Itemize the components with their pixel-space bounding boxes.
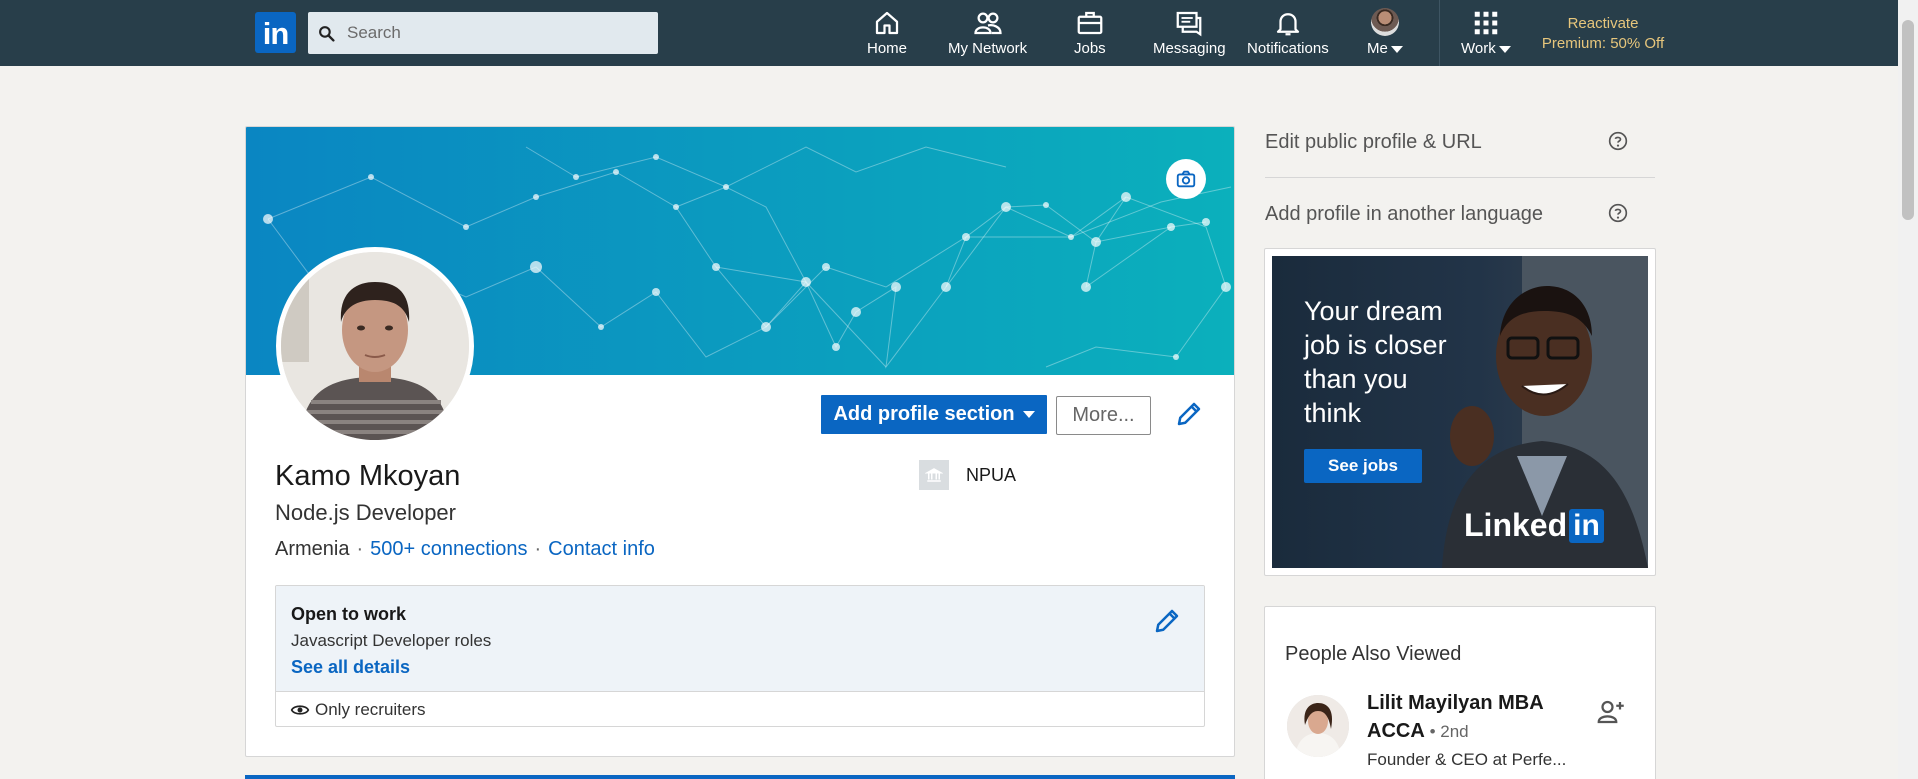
top-nav: in Home My Network Jobs Messaging Notifi… <box>0 0 1898 66</box>
bell-icon <box>1276 13 1299 36</box>
profile-name: Kamo Mkoyan <box>275 460 461 492</box>
help-icon[interactable] <box>1608 131 1628 151</box>
see-all-details-link[interactable]: See all details <box>291 657 1204 678</box>
education-item[interactable]: NPUA <box>919 460 1016 490</box>
school-icon <box>919 460 949 490</box>
ad-headline: Your dream job is closer than you think <box>1304 296 1447 428</box>
page-scrollbar[interactable] <box>1898 0 1918 779</box>
nav-me-label: Me <box>1367 40 1388 57</box>
nav-my-network[interactable]: My Network <box>948 8 1027 60</box>
add-profile-section-label: Add profile section <box>833 403 1015 425</box>
nav-my-network-label: My Network <box>948 40 1028 57</box>
nav-home[interactable]: Home <box>867 8 907 60</box>
person-headline: Founder & CEO at Perfe... <box>1367 750 1567 769</box>
briefcase-icon <box>1077 11 1103 35</box>
edit-public-profile-link[interactable]: Edit public profile & URL <box>1265 131 1482 154</box>
more-button[interactable]: More... <box>1056 396 1151 435</box>
linkedin-ad-logo: Linked in <box>1464 507 1604 544</box>
open-to-work-roles: Javascript Developer roles <box>291 631 492 650</box>
search-box[interactable] <box>308 12 658 54</box>
add-profile-section-button[interactable]: Add profile section <box>821 395 1047 434</box>
caret-down-icon <box>1498 45 1511 53</box>
grid-icon <box>1474 11 1498 35</box>
next-card-edge <box>245 775 1235 779</box>
camera-icon <box>1176 170 1196 188</box>
search-input[interactable] <box>347 23 647 43</box>
open-to-work-title: Open to work <box>291 604 407 624</box>
ad-card[interactable]: Your dream job is closer than you think … <box>1264 248 1656 576</box>
education-name: NPUA <box>966 464 1017 485</box>
add-language-profile-link[interactable]: Add profile in another language <box>1265 203 1543 226</box>
add-connection-icon[interactable] <box>1595 697 1625 727</box>
profile-photo[interactable] <box>276 247 474 445</box>
eye-icon <box>290 705 310 715</box>
profile-card: Add profile section More... Kamo Mkoyan … <box>245 126 1235 757</box>
visibility-row: Only recruiters <box>276 692 1204 726</box>
visibility-label: Only recruiters <box>315 700 426 719</box>
connection-degree: • 2nd <box>1429 722 1469 741</box>
pencil-icon[interactable] <box>1152 606 1182 636</box>
nav-divider <box>1439 0 1440 66</box>
home-icon <box>875 11 899 35</box>
see-jobs-button[interactable]: See jobs <box>1304 449 1422 483</box>
help-icon[interactable] <box>1608 203 1628 223</box>
premium-line1: Reactivate <box>1567 15 1639 32</box>
nav-notifications[interactable]: Notifications <box>1247 8 1329 60</box>
nav-notifications-label: Notifications <box>1247 40 1329 57</box>
nav-messaging[interactable]: Messaging <box>1153 8 1226 60</box>
nav-me[interactable]: Me <box>1367 8 1403 60</box>
nav-home-label: Home <box>867 40 908 57</box>
profile-headline: Node.js Developer <box>275 500 456 525</box>
avatar <box>1370 8 1399 36</box>
nav-jobs-label: Jobs <box>1074 40 1106 57</box>
pencil-icon[interactable] <box>1174 399 1204 429</box>
avatar[interactable] <box>1287 695 1349 757</box>
search-icon <box>319 25 335 42</box>
caret-down-icon <box>1022 411 1035 418</box>
people-also-viewed-card: People Also Viewed Lilit Mayilyan MBA AC… <box>1264 606 1656 779</box>
messaging-icon <box>1176 11 1202 37</box>
profile-location-line: Armenia · 500+ connections · Contact info <box>275 538 655 560</box>
open-to-work-box: Open to work Javascript Developer roles … <box>275 585 1205 727</box>
profile-photo-image <box>281 252 469 440</box>
connections-link[interactable]: 500+ connections <box>370 538 527 560</box>
people-also-viewed-title: People Also Viewed <box>1285 643 1462 665</box>
caret-down-icon <box>1390 45 1403 53</box>
profile-location: Armenia <box>275 538 350 560</box>
person-name-line[interactable]: Lilit Mayilyan MBA ACCA • 2nd <box>1367 689 1567 746</box>
nav-work-label: Work <box>1461 40 1496 57</box>
premium-offer-link[interactable]: Reactivate Premium: 50% Off <box>1538 14 1668 54</box>
linkedin-logo[interactable]: in <box>255 12 296 53</box>
network-icon <box>973 12 1002 35</box>
contact-info-link[interactable]: Contact info <box>548 538 655 560</box>
scrollbar-thumb[interactable] <box>1902 20 1914 220</box>
rail-divider <box>1265 177 1655 178</box>
ad-banner[interactable]: Your dream job is closer than you think … <box>1272 256 1648 568</box>
nav-work[interactable]: Work <box>1461 8 1511 60</box>
nav-jobs[interactable]: Jobs <box>1074 8 1106 60</box>
nav-messaging-label: Messaging <box>1153 40 1226 57</box>
premium-line2: Premium: 50% Off <box>1541 35 1665 52</box>
edit-banner-button[interactable] <box>1166 159 1206 199</box>
